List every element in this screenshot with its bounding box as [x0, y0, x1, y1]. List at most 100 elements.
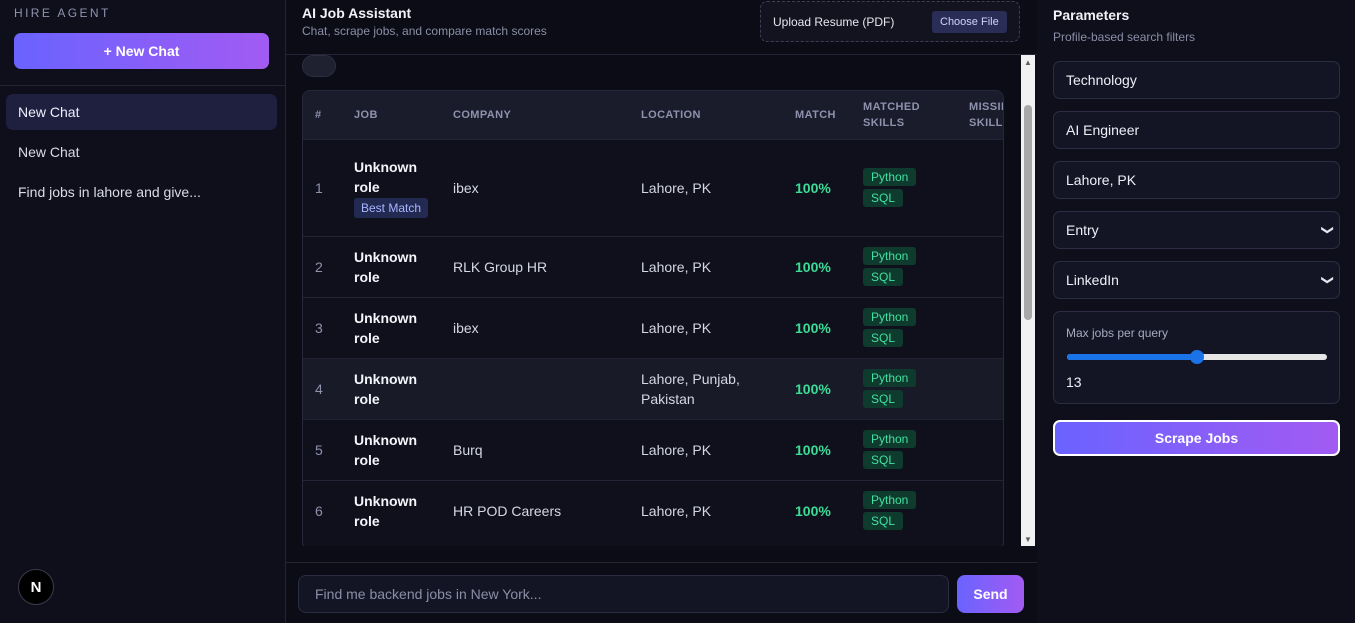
company-cell: RLK Group HR: [441, 235, 629, 297]
max-jobs-label: Max jobs per query: [1066, 326, 1169, 340]
skill-tag: Python: [863, 491, 917, 510]
chat-input[interactable]: [298, 575, 949, 613]
skill-tag: Python: [863, 430, 917, 448]
job-title: Unknown role: [342, 418, 441, 480]
table-row[interactable]: 4 Unknown role Lahore, Punjab, Pakistan …: [303, 357, 1003, 419]
match-score: 100%: [783, 479, 851, 541]
scrollbar-thumb[interactable]: [1024, 105, 1032, 320]
column-header: LOCATION: [641, 108, 701, 121]
table-row[interactable]: 5 Unknown role Burq Lahore, PK 100% Pyth…: [303, 418, 1003, 480]
row-number: 3: [303, 296, 342, 358]
chat-history-item[interactable]: New Chat: [6, 94, 277, 130]
chevron-down-icon: ❯: [1320, 224, 1335, 236]
location-cell: Lahore, PK: [629, 235, 783, 297]
experience-select[interactable]: Entry ❯: [1053, 211, 1340, 249]
missing-skills-cell: [957, 296, 1003, 358]
industry-input[interactable]: Technology: [1053, 61, 1340, 99]
scroll-down-icon[interactable]: ▼: [1021, 532, 1035, 546]
source-select[interactable]: LinkedIn ❯: [1053, 261, 1340, 299]
matched-skills-cell: Python SQL: [851, 418, 957, 480]
message-bubble: [302, 55, 336, 77]
match-score: 100%: [783, 357, 851, 419]
company-cell: [441, 357, 629, 419]
row-number: 2: [303, 235, 342, 297]
match-score: 100%: [783, 138, 851, 236]
nextjs-logo-icon[interactable]: N: [18, 569, 54, 605]
chevron-down-icon: ❯: [1320, 274, 1335, 286]
skill-tag: Python: [863, 308, 917, 326]
max-jobs-value: 13: [1066, 374, 1082, 390]
new-chat-button[interactable]: + New Chat: [14, 33, 269, 69]
skill-tag: SQL: [863, 268, 904, 286]
missing-skills-cell: [957, 479, 1003, 541]
skill-tag: Python: [863, 168, 917, 186]
max-jobs-card: Max jobs per query 13: [1053, 311, 1340, 404]
location-cell: Lahore, PK: [629, 138, 783, 236]
parameters-title: Parameters: [1053, 7, 1130, 23]
table-header-row: # JOB COMPANY LOCATION MATCH MATCHED SKI…: [303, 91, 1003, 139]
upload-label: Upload Resume (PDF): [773, 15, 895, 29]
jobs-table: # JOB COMPANY LOCATION MATCH MATCHED SKI…: [303, 91, 1003, 541]
page-subtitle: Chat, scrape jobs, and compare match sco…: [302, 24, 547, 38]
skill-tag: Python: [863, 247, 917, 265]
job-title: Unknown role: [342, 479, 441, 541]
column-header: MISSING SKILLS: [969, 100, 1003, 129]
brand-title: HIRE AGENT: [14, 6, 111, 20]
resume-upload[interactable]: Upload Resume (PDF) Choose File: [760, 1, 1020, 42]
skill-tag: SQL: [863, 189, 904, 207]
table-row[interactable]: 2 Unknown role RLK Group HR Lahore, PK 1…: [303, 235, 1003, 297]
company-cell: ibex: [441, 138, 629, 236]
scrape-jobs-button[interactable]: Scrape Jobs: [1053, 420, 1340, 456]
skill-tag: SQL: [863, 512, 904, 531]
parameters-panel: Parameters Profile-based search filters …: [1037, 0, 1355, 623]
location-cell: Lahore, Punjab, Pakistan: [629, 357, 783, 419]
row-number: 6: [303, 479, 342, 541]
match-score: 100%: [783, 418, 851, 480]
location-input[interactable]: Lahore, PK: [1053, 161, 1340, 199]
column-header: MATCH: [795, 108, 836, 121]
company-cell: Burq: [441, 418, 629, 480]
table-row[interactable]: 1 Unknown role Best Match ibex Lahore, P…: [303, 138, 1003, 236]
match-score: 100%: [783, 235, 851, 297]
column-header: MATCHED SKILLS: [863, 100, 920, 129]
table-row[interactable]: 6 Unknown role HR POD Careers Lahore, PK…: [303, 479, 1003, 541]
top-bar: AI Job Assistant Chat, scrape jobs, and …: [286, 0, 1037, 55]
job-title: Unknown role: [342, 296, 441, 358]
column-header: COMPANY: [453, 108, 512, 121]
skill-tag: Python: [863, 369, 917, 387]
job-title: Unknown role: [342, 235, 441, 297]
max-jobs-slider[interactable]: [1067, 350, 1327, 364]
job-title: Unknown role: [354, 159, 417, 195]
skill-tag: SQL: [863, 390, 904, 408]
job-cell: Unknown role Best Match: [342, 138, 441, 236]
app-window: HIRE AGENT + New Chat New Chat New Chat …: [0, 0, 1355, 623]
best-match-badge: Best Match: [354, 198, 429, 218]
company-cell: ibex: [441, 296, 629, 358]
column-header: JOB: [354, 108, 378, 121]
job-title: Unknown role: [342, 357, 441, 419]
choose-file-button[interactable]: Choose File: [932, 11, 1007, 33]
experience-value: Entry: [1066, 222, 1099, 238]
composer-divider: [286, 562, 1037, 563]
location-cell: Lahore, PK: [629, 296, 783, 358]
matched-skills-cell: Python SQL: [851, 479, 957, 541]
send-button[interactable]: Send: [957, 575, 1024, 613]
table-row[interactable]: 3 Unknown role ibex Lahore, PK 100% Pyth…: [303, 296, 1003, 358]
jobs-table-container[interactable]: # JOB COMPANY LOCATION MATCH MATCHED SKI…: [302, 90, 1004, 546]
skill-tag: SQL: [863, 329, 904, 347]
role-input[interactable]: AI Engineer: [1053, 111, 1340, 149]
slider-thumb[interactable]: [1190, 350, 1204, 364]
chat-history-item[interactable]: New Chat: [6, 134, 277, 170]
sidebar: HIRE AGENT + New Chat New Chat New Chat …: [0, 0, 286, 623]
vertical-scrollbar[interactable]: ▲ ▼: [1021, 55, 1035, 546]
page-title: AI Job Assistant: [302, 5, 412, 21]
matched-skills-cell: Python SQL: [851, 235, 957, 297]
chat-scroll-area[interactable]: # JOB COMPANY LOCATION MATCH MATCHED SKI…: [286, 55, 1037, 546]
missing-skills-cell: [957, 138, 1003, 236]
scroll-up-icon[interactable]: ▲: [1021, 55, 1035, 69]
chat-history-item[interactable]: Find jobs in lahore and give...: [6, 174, 277, 210]
slider-fill: [1067, 354, 1197, 360]
matched-skills-cell: Python SQL: [851, 357, 957, 419]
parameters-subtitle: Profile-based search filters: [1053, 30, 1196, 44]
location-cell: Lahore, PK: [629, 418, 783, 480]
